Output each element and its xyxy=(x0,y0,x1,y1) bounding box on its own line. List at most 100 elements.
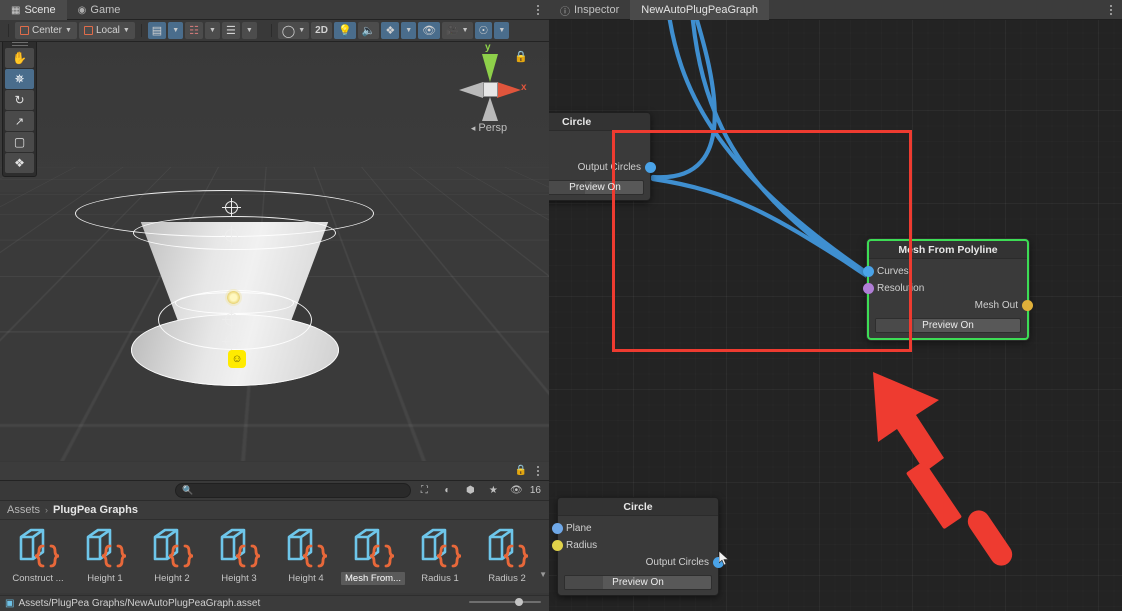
asset-grid: Construct ... Height 1 Height 2 Height 3 Hei… xyxy=(0,520,549,593)
port-row-radius[interactable]: Radius xyxy=(552,537,718,554)
chevron-down-icon: ▼ xyxy=(298,27,306,34)
scene-view-gizmo[interactable]: 🔒 y x ◂ Persp xyxy=(441,42,537,140)
gizmos-icon: ☉ xyxy=(478,25,489,37)
node-title: Circle xyxy=(549,113,650,131)
red-highlight-box xyxy=(612,130,912,352)
tool-scale-tool[interactable]: ↗ xyxy=(5,111,34,131)
search-field[interactable] xyxy=(197,485,404,496)
thumbnail-size-slider[interactable] xyxy=(469,598,541,606)
handle-space-button[interactable]: Local ▼ xyxy=(78,22,135,39)
layout-button[interactable]: ☷ xyxy=(185,22,204,39)
scriptable-object-icon xyxy=(408,524,470,571)
effects-button[interactable]: ❖ xyxy=(381,22,400,39)
hidden-items-icon[interactable]: 👁 xyxy=(507,483,526,499)
lightbulb-icon: 💡 xyxy=(337,25,352,37)
gizmos-button[interactable]: ☉ xyxy=(474,22,493,39)
handle-gizmo[interactable] xyxy=(222,310,241,329)
effects-dropdown[interactable]: ▼ xyxy=(401,22,417,39)
search-in-packages-icon[interactable]: ⛶ xyxy=(415,483,434,499)
node-graph-canvas[interactable]: Circle Output Circles Preview On Mesh Fr… xyxy=(549,20,1122,611)
breadcrumb-current[interactable]: PlugPea Graphs xyxy=(53,504,138,516)
ruler-button[interactable]: ☰ xyxy=(221,22,240,39)
scriptable-object-icon xyxy=(73,524,135,571)
asset-item[interactable]: Height 4 xyxy=(274,524,338,593)
lighting-toggle[interactable]: 💡 xyxy=(333,22,356,39)
tab-newautoplugpeagraph[interactable]: NewAutoPlugPeaGraph xyxy=(630,0,770,20)
asset-item[interactable]: Height 2 xyxy=(140,524,204,593)
asset-item[interactable]: Height 3 xyxy=(207,524,271,593)
tool-rotate-tool[interactable]: ↻ xyxy=(5,90,34,110)
hidden-objects-toggle[interactable]: 👁 xyxy=(418,22,441,39)
tab-inspector[interactable]: ⓘ Inspector xyxy=(549,0,630,20)
port-row-plane[interactable]: Plane xyxy=(552,520,718,537)
lock-icon[interactable]: 🔒 xyxy=(515,465,527,476)
ruler-dropdown[interactable]: ▼ xyxy=(241,22,257,39)
asset-item[interactable]: Radius 2 xyxy=(475,524,539,593)
scroll-down-icon[interactable]: ▼ xyxy=(539,570,547,579)
scriptable-object-icon xyxy=(341,524,403,571)
gizmo-center-cube[interactable] xyxy=(483,82,498,97)
breadcrumb-separator: › xyxy=(45,505,49,515)
preview-toggle-button[interactable]: Preview On xyxy=(564,575,712,590)
scriptable-object-icon xyxy=(274,524,336,571)
tool-transform-tool[interactable]: ❖ xyxy=(5,153,34,173)
lock-icon[interactable]: 🔒 xyxy=(514,50,528,63)
grid-snap-toggle[interactable]: ▤ xyxy=(147,22,167,39)
breadcrumb: Assets › PlugPea Graphs xyxy=(0,501,549,520)
scriptable-object-icon xyxy=(207,524,269,571)
filter-by-label-icon[interactable]: ⬢ xyxy=(461,483,480,499)
favorites-icon[interactable]: ★ xyxy=(484,483,503,499)
filter-by-type-icon[interactable]: ◐ xyxy=(438,483,457,499)
pivot-mode-button[interactable]: Center ▼ xyxy=(15,22,77,39)
scene-menu-icon[interactable] xyxy=(533,3,543,17)
graph-tabstrip: ⓘ Inspector NewAutoPlugPeaGraph xyxy=(549,0,1122,20)
asset-item[interactable]: Construct ... xyxy=(6,524,70,593)
search-input[interactable]: 🔍 xyxy=(175,483,411,498)
asset-label: Height 1 xyxy=(87,573,123,584)
axis-negx-arrow-icon[interactable] xyxy=(459,82,483,98)
gizmos-dropdown[interactable]: ▼ xyxy=(494,22,510,39)
breadcrumb-root[interactable]: Assets xyxy=(7,504,40,516)
handle-gizmo[interactable] xyxy=(222,332,241,351)
audio-icon: 🔈 xyxy=(361,25,376,37)
cube-icon xyxy=(83,26,93,35)
project-menu-icon[interactable] xyxy=(533,464,543,478)
axis-y-arrow-icon[interactable] xyxy=(482,54,498,82)
hidden-objects-icon: 👁 xyxy=(422,25,437,37)
scene-camera-button[interactable]: 🎥 ▼ xyxy=(442,22,473,39)
port-label: Radius xyxy=(566,540,598,551)
graph-menu-icon[interactable] xyxy=(1106,3,1116,17)
axis-negy-arrow-icon[interactable] xyxy=(482,97,498,121)
audio-toggle[interactable]: 🔈 xyxy=(357,22,380,39)
port-row-output-circles[interactable]: Output Circles xyxy=(558,554,724,571)
projection-mode-label[interactable]: ◂ Persp xyxy=(441,122,537,134)
node-circle-bottom[interactable]: Circle Plane Radius Output Circles Previ… xyxy=(552,497,724,596)
handle-gizmo[interactable] xyxy=(222,226,241,245)
asset-item[interactable]: Mesh From... xyxy=(341,524,405,593)
scene-viewport[interactable]: ☺ 🔒 y x ◂ Persp ✋ ✵ ↻ ↗ ▢ ❖ xyxy=(0,42,549,461)
asset-item[interactable]: Radius 1 xyxy=(408,524,472,593)
port-dot-mesh-out[interactable] xyxy=(1022,300,1033,311)
smiley-gizmo-icon[interactable]: ☺ xyxy=(228,350,246,368)
preview-label: Preview On xyxy=(922,320,974,331)
port-dot-plane[interactable] xyxy=(552,523,563,534)
hidden-count-label: 16 xyxy=(529,485,541,496)
tool-move-tool[interactable]: ✵ xyxy=(5,69,34,89)
preview-label: Preview On xyxy=(569,182,621,193)
asset-label: Mesh From... xyxy=(341,572,405,585)
asset-item[interactable]: Height 1 xyxy=(73,524,137,593)
grid-snap-dropdown[interactable]: ▼ xyxy=(168,22,184,39)
port-dot-radius[interactable] xyxy=(552,540,563,551)
tab-scene[interactable]: ▦ Scene xyxy=(0,0,67,20)
draw-mode-button[interactable]: ◯ ▼ xyxy=(277,22,310,39)
slider-knob[interactable] xyxy=(515,598,523,606)
axis-x-arrow-icon[interactable] xyxy=(497,82,521,98)
shading-icon: ◯ xyxy=(281,23,296,38)
two-d-toggle[interactable]: 2D xyxy=(311,22,332,39)
light-gizmo-icon[interactable] xyxy=(227,291,240,304)
tab-game[interactable]: ◉ Game xyxy=(67,0,132,20)
handle-gizmo[interactable] xyxy=(222,198,241,217)
layout-dropdown[interactable]: ▼ xyxy=(205,22,220,39)
tool-rect-tool[interactable]: ▢ xyxy=(5,132,34,152)
tool-hand-tool[interactable]: ✋ xyxy=(5,48,34,68)
